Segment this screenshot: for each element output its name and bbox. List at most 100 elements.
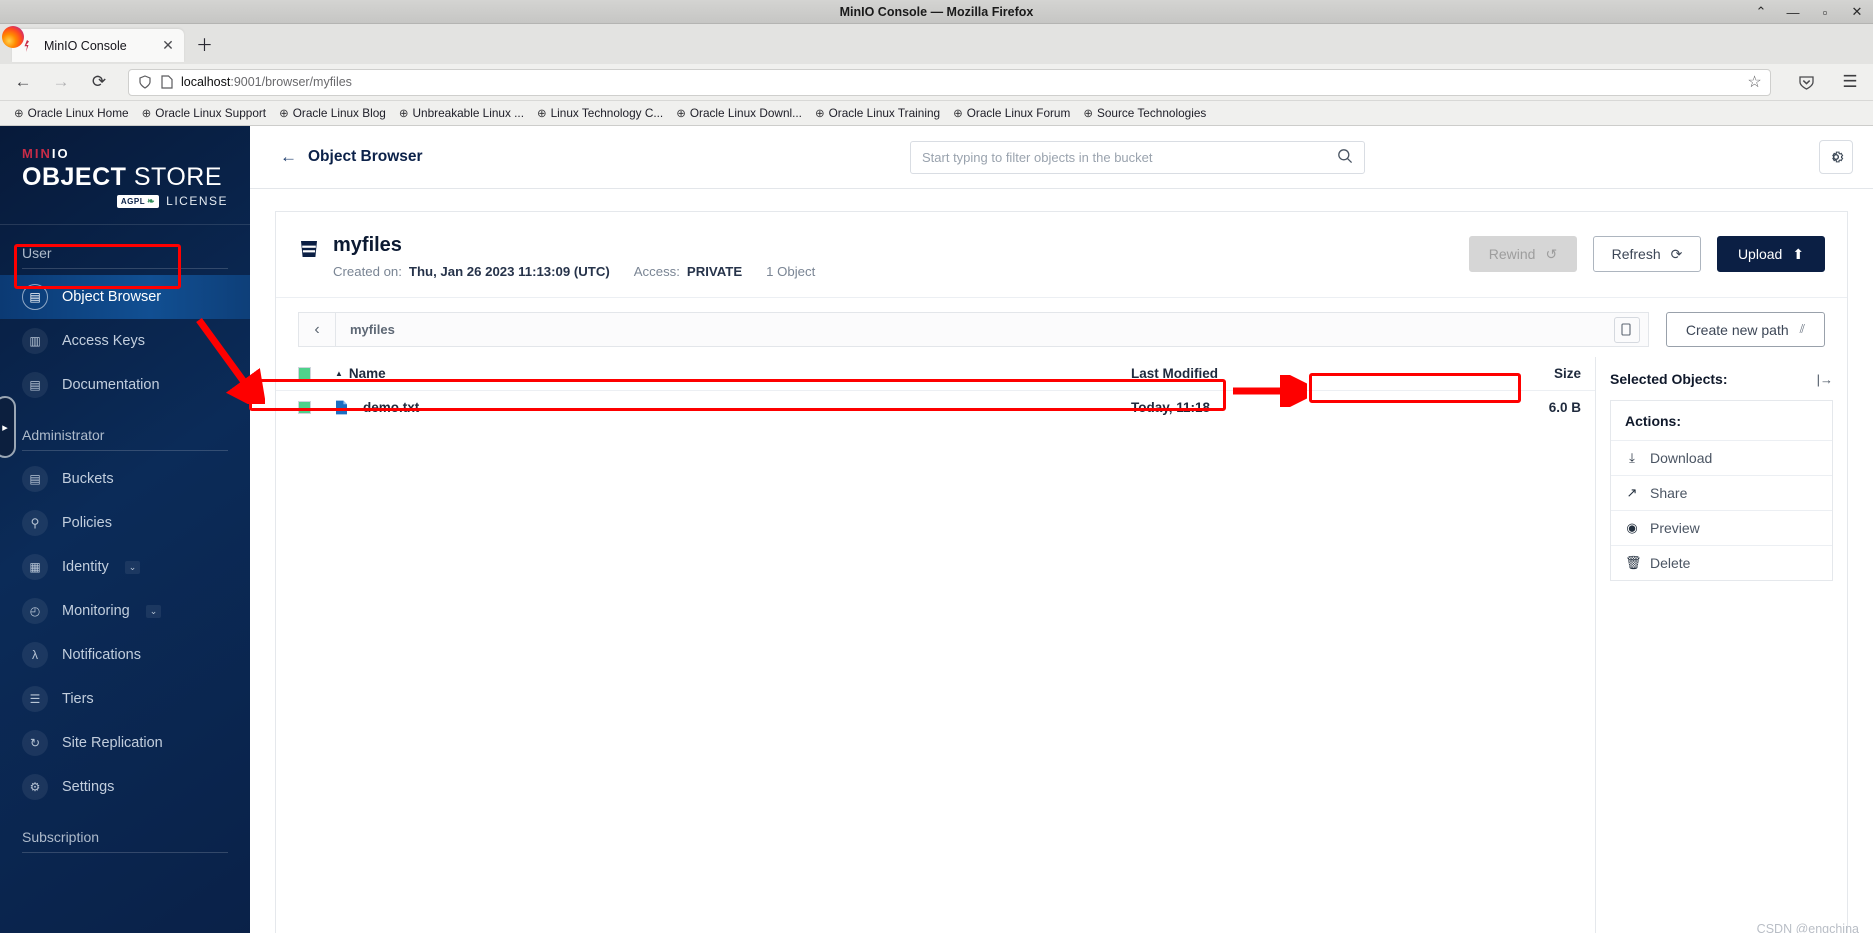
globe-icon: ⊕ (398, 108, 409, 120)
globe-icon: ⊕ (953, 108, 963, 120)
select-all-checkbox[interactable] (298, 367, 311, 380)
upload-label: Upload (1737, 246, 1783, 262)
tab-minio-console[interactable]: MinIO Console ✕ (12, 29, 184, 62)
tab-close-icon[interactable]: ✕ (160, 37, 176, 54)
sidebar-item-tiers[interactable]: ☰ Tiers (0, 677, 250, 721)
shield-icon[interactable] (137, 75, 152, 90)
search-icon[interactable] (1337, 148, 1353, 167)
path-row: ‹ myfiles Create new path ⫽ (276, 298, 1847, 357)
bucket-panel: myfiles Created on: Thu, Jan 26 2023 11:… (275, 211, 1848, 933)
filter-objects-box[interactable] (910, 140, 1365, 174)
sidebar-collapse-handle[interactable]: ▸ (0, 396, 16, 458)
minimize-button[interactable]: — (1785, 4, 1801, 20)
copy-icon[interactable] (1613, 316, 1640, 343)
url-bar[interactable]: localhost:9001/browser/myfiles ☆ (128, 68, 1771, 96)
bookmark-item[interactable]: ⊕ Oracle Linux Downl... (670, 104, 808, 122)
bookmark-star-icon[interactable]: ☆ (1747, 74, 1762, 91)
access-value: PRIVATE (686, 264, 743, 279)
forward-button-icon[interactable]: → (48, 69, 74, 95)
agpl-text: AGPL (120, 196, 146, 206)
bookmark-label: Oracle Linux Blog (292, 106, 386, 120)
bookmark-item[interactable]: ⊕ Oracle Linux Forum (947, 104, 1076, 122)
column-header-last-modified[interactable]: Last Modified (1131, 366, 1431, 381)
sidebar-item-label: Notifications (62, 647, 141, 664)
row-checkbox[interactable] (298, 401, 311, 414)
sidebar-item-notifications[interactable]: λ Notifications (0, 633, 250, 677)
path-back-icon[interactable]: ‹ (299, 313, 336, 346)
pocket-save-icon[interactable] (1793, 69, 1819, 95)
url-text[interactable]: localhost:9001/browser/myfiles (181, 75, 1740, 89)
globe-icon: ⊕ (1083, 108, 1093, 120)
sidebar-item-buckets[interactable]: ▤ Buckets (0, 457, 250, 501)
sidebar-item-site-replication[interactable]: ↻ Site Replication (0, 721, 250, 765)
page-title: Object Browser (308, 148, 423, 165)
maximize-button[interactable]: ▫ (1817, 4, 1833, 20)
sidebar-item-label: Buckets (62, 471, 114, 488)
bookmark-item[interactable]: ⊕ Oracle Linux Support (136, 104, 272, 122)
close-window-button[interactable]: ✕ (1849, 4, 1865, 20)
minio-wordmark-min: MIN (22, 146, 52, 161)
bookmark-item[interactable]: ⊕ Oracle Linux Home (8, 104, 135, 122)
sidebar-item-settings[interactable]: ⚙ Settings (0, 765, 250, 809)
bookmarks-toolbar: ⊕ Oracle Linux Home ⊕ Oracle Linux Support… (0, 101, 1873, 126)
bookmark-item[interactable]: ⊕ Unbreakable Linux ... (393, 104, 530, 122)
rewind-label: Rewind (1488, 246, 1536, 262)
new-tab-button[interactable]: ＋ (196, 31, 213, 56)
collapse-panel-icon[interactable]: |→ (1817, 372, 1833, 387)
bucket-actions: Rewind ↺ Refresh ⟳ Upload ⬆ (1469, 236, 1825, 272)
sidebar-item-identity[interactable]: ▦ Identity ⌄ (0, 545, 250, 589)
column-header-name[interactable]: ▲ Name (335, 366, 1131, 381)
window-controls: ⌃ — ▫ ✕ (1753, 0, 1865, 24)
action-download[interactable]: ⤓ Download (1611, 440, 1832, 475)
chevron-down-icon[interactable]: ⌄ (145, 604, 162, 618)
bookmark-label: Source Technologies (1096, 106, 1207, 120)
sidebar-item-policies[interactable]: ⚲ Policies (0, 501, 250, 545)
create-new-path-button[interactable]: Create new path ⫽ (1665, 312, 1825, 347)
actions-title: Actions: (1625, 413, 1681, 429)
column-header-size[interactable]: Size (1431, 366, 1581, 381)
firefox-logo-icon (2, 26, 24, 48)
refresh-button[interactable]: Refresh ⟳ (1593, 236, 1701, 272)
chevron-down-icon[interactable]: ⌄ (124, 560, 141, 574)
back-arrow-icon[interactable]: ← (280, 147, 297, 167)
sidebar-item-documentation[interactable]: ▤ Documentation (0, 363, 250, 407)
bucket-header: myfiles Created on: Thu, Jan 26 2023 11:… (276, 212, 1847, 298)
actions-card: Actions: ⤓ Download ↗ Share ◉ Preview 🗑 … (1610, 400, 1833, 581)
action-preview[interactable]: ◉ Preview (1611, 510, 1832, 545)
path-bar: ‹ myfiles (298, 312, 1649, 347)
action-share[interactable]: ↗ Share (1611, 475, 1832, 510)
brand-title-bold: OBJECT (22, 163, 127, 191)
reload-button-icon[interactable]: ⟳ (86, 69, 112, 95)
page-info-icon[interactable] (159, 75, 174, 90)
bookmark-item[interactable]: ⊕ Oracle Linux Blog (273, 104, 392, 122)
action-label: Download (1650, 450, 1713, 466)
bookmark-item[interactable]: ⊕ Oracle Linux Training (809, 104, 946, 122)
bookmark-item[interactable]: ⊕ Source Technologies (1077, 104, 1212, 122)
upload-icon: ⬆ (1792, 245, 1805, 262)
bookmark-label: Oracle Linux Forum (966, 106, 1071, 120)
license-row: AGPL ❧ LICENSE (22, 194, 228, 208)
action-label: Share (1650, 485, 1688, 501)
license-label: LICENSE (166, 194, 228, 209)
upload-button[interactable]: Upload ⬆ (1717, 236, 1825, 272)
sidebar-item-monitoring[interactable]: ◴ Monitoring ⌄ (0, 589, 250, 633)
back-button-icon[interactable]: ← (10, 69, 36, 95)
breadcrumb: ← Object Browser (280, 147, 423, 167)
rewind-button[interactable]: Rewind ↺ (1469, 236, 1577, 272)
sidebar-divider (22, 852, 228, 854)
globe-icon: ⊕ (14, 108, 24, 120)
column-name-label: Name (348, 366, 386, 381)
sidebar-section-administrator-label: Administrator (22, 427, 105, 444)
created-on-label: Created on: (333, 264, 402, 279)
sidebar-section-subscription-label: Subscription (22, 829, 100, 846)
action-delete[interactable]: 🗑 Delete (1611, 545, 1832, 580)
sidebar-item-object-browser[interactable]: ▤ Object Browser (0, 275, 250, 320)
bookmark-item[interactable]: ⊕ Linux Technology C... (531, 104, 669, 122)
app-menu-icon[interactable]: ☰ (1837, 69, 1863, 95)
gear-icon[interactable] (1819, 140, 1853, 174)
table-row[interactable]: demo.txt Today, 11:18 6.0 B (276, 391, 1595, 424)
site-replication-icon: ↻ (22, 730, 48, 757)
filter-objects-input[interactable] (922, 149, 1337, 165)
sidebar-item-access-keys[interactable]: ▥ Access Keys (0, 319, 250, 363)
restore-up-button[interactable]: ⌃ (1753, 4, 1769, 20)
